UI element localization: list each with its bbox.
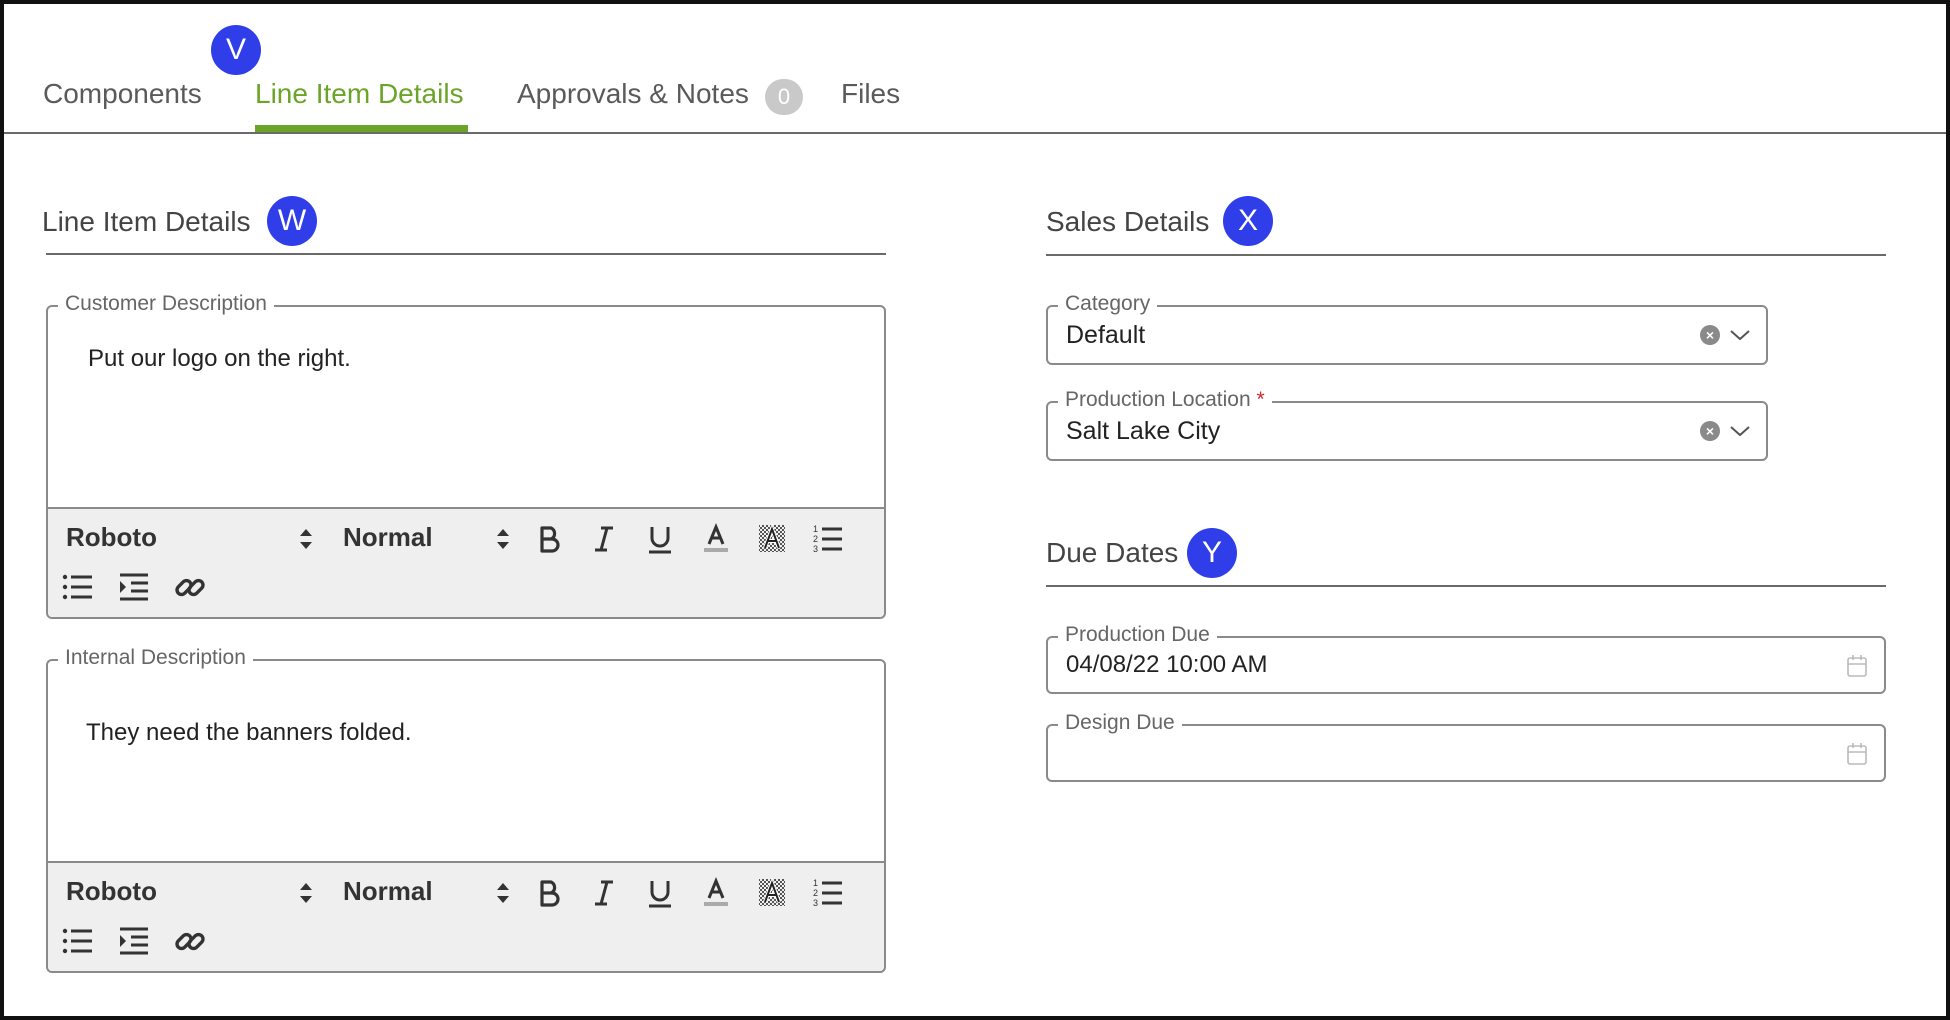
sales-details-rule — [1046, 254, 1886, 256]
tab-bar: Components Line Item Details Approvals &… — [4, 4, 1946, 134]
clear-icon[interactable]: × — [1700, 421, 1720, 441]
svg-text:3: 3 — [813, 544, 818, 554]
line-item-details-title: Line Item Details — [42, 206, 251, 237]
ordered-list-icon[interactable]: 123 — [810, 521, 846, 557]
font-family-arrows-icon[interactable] — [298, 525, 314, 553]
customer-description-label: Customer Description — [58, 292, 274, 316]
tab-components[interactable]: Components — [43, 78, 202, 110]
active-tab-indicator — [255, 125, 468, 132]
font-size-select[interactable]: Normal — [343, 876, 433, 907]
internal-description-label: Internal Description — [58, 646, 253, 670]
indent-icon[interactable] — [116, 569, 152, 605]
design-due-label: Design Due — [1058, 711, 1182, 735]
design-due-field[interactable]: Design Due — [1046, 711, 1886, 782]
required-mark: * — [1256, 388, 1265, 411]
category-value: Default — [1066, 321, 1146, 349]
font-family-arrows-icon[interactable] — [298, 879, 314, 907]
link-icon[interactable] — [172, 923, 208, 959]
svg-text:1: 1 — [813, 524, 818, 534]
svg-text:2: 2 — [813, 888, 818, 898]
production-location-value: Salt Lake City — [1066, 417, 1221, 445]
tab-approvals-notes[interactable]: Approvals & Notes — [517, 78, 749, 110]
svg-text:3: 3 — [813, 898, 818, 908]
svg-text:1: 1 — [813, 878, 818, 888]
internal-description-toolbar: Roboto Normal 123 — [48, 861, 884, 971]
customer-description-toolbar: Roboto Normal 123 — [48, 507, 884, 617]
production-due-label: Production Due — [1058, 623, 1217, 647]
italic-icon[interactable] — [586, 521, 622, 557]
category-select[interactable]: Category Default × — [1046, 292, 1768, 365]
font-family-select[interactable]: Roboto — [66, 876, 157, 907]
line-item-details-rule — [46, 253, 886, 255]
text-color-icon[interactable] — [698, 521, 734, 557]
bullet-list-icon[interactable] — [60, 923, 96, 959]
italic-icon[interactable] — [586, 875, 622, 911]
internal-description-editor: Internal Description They need the banne… — [46, 646, 886, 973]
underline-icon[interactable] — [642, 521, 678, 557]
due-dates-title: Due Dates — [1046, 537, 1179, 568]
marker-w: W — [267, 196, 317, 246]
indent-icon[interactable] — [116, 923, 152, 959]
category-label: Category — [1058, 292, 1158, 316]
font-size-arrows-icon[interactable] — [495, 525, 511, 553]
text-color-icon[interactable] — [698, 875, 734, 911]
bold-icon[interactable] — [531, 875, 567, 911]
chevron-down-icon[interactable] — [1728, 327, 1752, 343]
production-due-value: 04/08/22 10:00 AM — [1066, 651, 1268, 678]
internal-description-text[interactable]: They need the banners folded. — [86, 719, 412, 747]
link-icon[interactable] — [172, 569, 208, 605]
due-dates-rule — [1046, 585, 1886, 587]
chevron-down-icon[interactable] — [1728, 423, 1752, 439]
bold-icon[interactable] — [531, 521, 567, 557]
approvals-count-badge: 0 — [765, 79, 803, 115]
background-color-icon[interactable] — [754, 875, 790, 911]
production-due-field[interactable]: Production Due 04/08/22 10:00 AM — [1046, 623, 1886, 694]
calendar-icon[interactable] — [1846, 742, 1868, 766]
marker-v: V — [211, 25, 261, 75]
tab-files[interactable]: Files — [841, 78, 900, 110]
production-location-label: Production Location * — [1058, 388, 1272, 412]
font-size-arrows-icon[interactable] — [495, 879, 511, 907]
tab-line-item-details[interactable]: Line Item Details — [255, 78, 464, 110]
sales-details-title: Sales Details — [1046, 206, 1210, 237]
marker-y: Y — [1187, 528, 1237, 578]
font-size-select[interactable]: Normal — [343, 522, 433, 553]
calendar-icon[interactable] — [1846, 654, 1868, 678]
underline-icon[interactable] — [642, 875, 678, 911]
bullet-list-icon[interactable] — [60, 569, 96, 605]
svg-text:2: 2 — [813, 534, 818, 544]
marker-x: X — [1223, 196, 1273, 246]
production-location-select[interactable]: Production Location * Salt Lake City × — [1046, 388, 1768, 461]
customer-description-editor: Customer Description Put our logo on the… — [46, 292, 886, 619]
clear-icon[interactable]: × — [1700, 325, 1720, 345]
font-family-select[interactable]: Roboto — [66, 522, 157, 553]
customer-description-text[interactable]: Put our logo on the right. — [88, 345, 351, 373]
background-color-icon[interactable] — [754, 521, 790, 557]
ordered-list-icon[interactable]: 123 — [810, 875, 846, 911]
app-frame: Components Line Item Details Approvals &… — [0, 0, 1950, 1020]
